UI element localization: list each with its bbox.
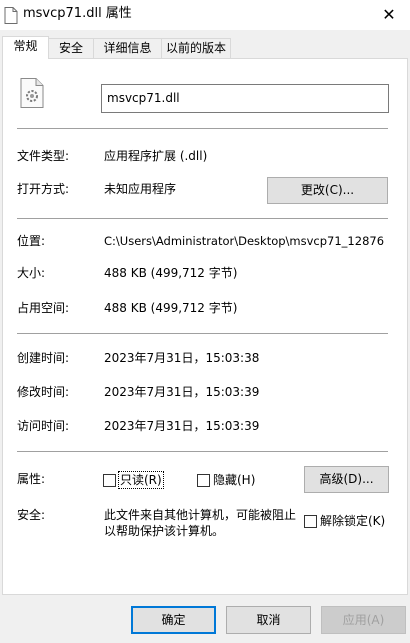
size-on-disk-label: 占用空间:: [17, 301, 70, 315]
open-with-value: 未知应用程序: [104, 182, 177, 196]
security-text-line2: 以帮助保护该计算机。: [104, 524, 225, 538]
gear-document-icon: [20, 78, 44, 108]
created-value: 2023年7月31日，15:03:38: [104, 351, 260, 365]
attributes-label: 属性:: [17, 472, 46, 486]
tab-security[interactable]: 安全: [48, 38, 94, 58]
accessed-label: 访问时间:: [17, 419, 70, 433]
document-icon: [4, 7, 18, 24]
title-bar: msvcp71.dll 属性 ✕: [0, 0, 410, 30]
size-on-disk-value: 488 KB (499,712 字节): [104, 301, 238, 315]
size-value: 488 KB (499,712 字节): [104, 266, 238, 280]
cancel-button[interactable]: 取消: [226, 606, 311, 634]
open-with-label: 打开方式:: [17, 182, 70, 196]
size-label: 大小:: [17, 266, 46, 280]
readonly-checkbox[interactable]: [103, 474, 116, 487]
location-value: C:\Users\Administrator\Desktop\msvcp71_1…: [104, 234, 385, 248]
separator: [17, 128, 388, 129]
location-label: 位置:: [17, 234, 46, 248]
change-button[interactable]: 更改(C)...: [267, 177, 388, 204]
accessed-value: 2023年7月31日，15:03:39: [104, 419, 260, 433]
close-icon[interactable]: ✕: [380, 6, 398, 24]
created-label: 创建时间:: [17, 351, 70, 365]
tab-previous-versions[interactable]: 以前的版本: [161, 38, 231, 58]
modified-value: 2023年7月31日，15:03:39: [104, 385, 260, 399]
unblock-label[interactable]: 解除锁定(K): [320, 513, 385, 529]
hidden-checkbox[interactable]: [197, 474, 210, 487]
unblock-checkbox[interactable]: [304, 515, 317, 528]
window-title: msvcp71.dll 属性: [23, 6, 132, 21]
separator: [17, 218, 388, 219]
security-label: 安全:: [17, 508, 46, 522]
advanced-button[interactable]: 高级(D)...: [304, 466, 389, 493]
modified-label: 修改时间:: [17, 385, 70, 399]
separator: [17, 451, 388, 452]
hidden-label[interactable]: 隐藏(H): [213, 472, 255, 488]
file-type-label: 文件类型:: [17, 149, 70, 163]
ok-button[interactable]: 确定: [131, 606, 216, 634]
security-text-line1: 此文件来自其他计算机，可能被阻止: [104, 508, 297, 522]
tab-details[interactable]: 详细信息: [93, 38, 162, 58]
tab-general[interactable]: 常规: [2, 36, 49, 59]
readonly-label[interactable]: 只读(R): [118, 471, 164, 489]
apply-button[interactable]: 应用(A): [321, 606, 406, 634]
filename-field[interactable]: msvcp71.dll: [101, 84, 389, 113]
separator: [17, 333, 388, 334]
file-type-value: 应用程序扩展 (.dll): [104, 149, 208, 163]
